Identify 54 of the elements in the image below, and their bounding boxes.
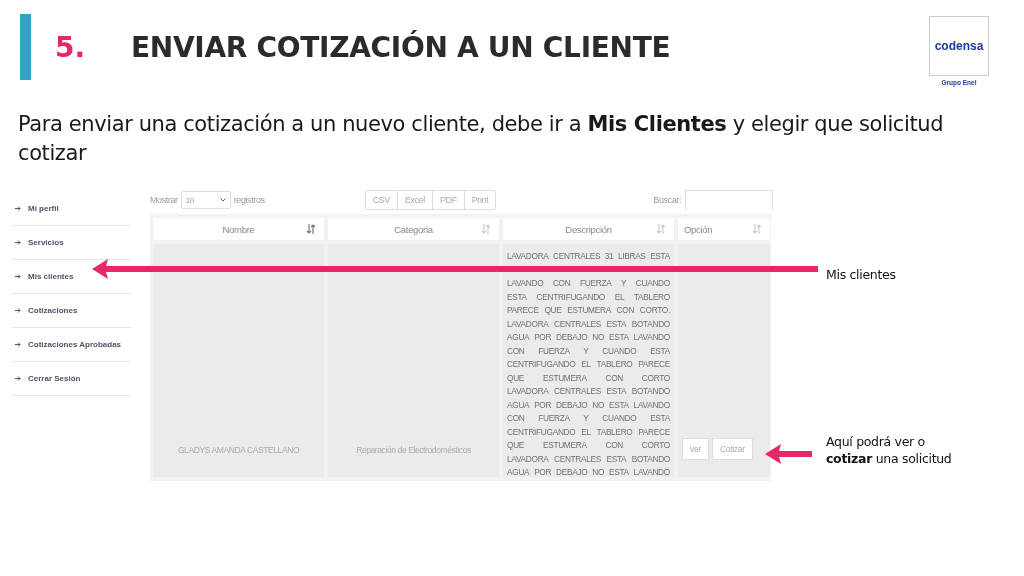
callout-arrow bbox=[765, 444, 812, 464]
search-field[interactable] bbox=[685, 190, 773, 210]
description-line: LAVADORA CENTRALES ESTA BOTANDO bbox=[507, 452, 670, 466]
export-button[interactable]: PDF bbox=[432, 191, 465, 209]
company-logo: codensa bbox=[929, 16, 989, 76]
export-button[interactable]: CSV bbox=[365, 191, 398, 209]
column-header[interactable]: Nombre bbox=[153, 218, 324, 240]
export-button[interactable]: Print bbox=[464, 191, 496, 209]
description-line: LAVANDO CON FUERZA Y CUANDO bbox=[507, 277, 670, 290]
arrow-icon bbox=[15, 240, 21, 245]
description-line: CENTRIFUGANDO EL TABLERO PARECE bbox=[507, 425, 670, 439]
description-line: ESTA CENTRIFUGANDO EL TABLERO bbox=[507, 290, 670, 304]
accent-bar bbox=[20, 14, 31, 80]
sidebar-item[interactable]: Cerrar Sesión bbox=[12, 372, 84, 385]
search-label: Buscar: bbox=[653, 195, 681, 205]
sidebar-item[interactable]: Mi perfil bbox=[12, 202, 62, 215]
column-header[interactable]: Descripción bbox=[503, 218, 674, 240]
sort-icon[interactable] bbox=[306, 224, 316, 234]
sidebar-item[interactable]: Cotizaciones Aprobadas bbox=[12, 338, 125, 351]
sidebar-item[interactable]: Cotizaciones bbox=[12, 304, 81, 317]
callout-text: Aquí podrá ver o cotizar una solicitud bbox=[826, 433, 953, 467]
callout-text: Mis clientes bbox=[826, 266, 896, 283]
intro-text: Para enviar una cotización a un nuevo cliente, debe ir a Mis Clientes y elegir que solicitud cotizar bbox=[18, 111, 945, 167]
sidebar-item[interactable]: Servicios bbox=[12, 236, 67, 249]
description-line: CON FUERZA Y CUANDO ESTA bbox=[507, 344, 670, 358]
export-button[interactable]: Excel bbox=[397, 191, 433, 209]
sidebar-item[interactable]: Mis clientes bbox=[12, 270, 77, 283]
description-line: LAVADORA CENTRALES ESTA BOTANDO bbox=[507, 385, 670, 398]
description-line: AGUA POR DEBAJO NO ESTA LAVANDO bbox=[507, 466, 670, 477]
column-header[interactable]: Categoria bbox=[328, 218, 499, 240]
column-header[interactable]: Opción bbox=[678, 218, 770, 240]
show-label: Mostrar bbox=[150, 195, 178, 205]
slide-title: ENVIAR COTIZACIÓN A UN CLIENTE bbox=[131, 30, 671, 64]
section-number: 5. bbox=[55, 30, 87, 64]
description-line: CENTRIFUGANDO EL TABLERO PARECE bbox=[507, 358, 670, 371]
description-line: QUE ESTUMERA CON CORTO bbox=[507, 439, 670, 452]
arrow-icon bbox=[15, 376, 21, 381]
description-line: LAVADORA CENTRALES ESTA BOTANDO bbox=[507, 317, 670, 331]
chevron-icon bbox=[219, 198, 226, 202]
page-size-select[interactable]: 10 bbox=[180, 191, 231, 209]
records-label: registros bbox=[233, 195, 265, 205]
arrow-icon bbox=[15, 342, 21, 347]
description-line: PARECE QUE ESTUMERA CON CORTO. bbox=[507, 304, 670, 317]
description-line: LAVADORA CENTRALES 31 LIBRAS ESTA bbox=[507, 250, 670, 263]
description-line: CON FUERZA Y CUANDO ESTA bbox=[507, 412, 670, 425]
arrow-icon bbox=[15, 308, 21, 313]
description-line: AGUA POR DEBAJO NO ESTA LAVANDO bbox=[507, 331, 670, 344]
description-line: QUE ESTUMERA CON CORTO bbox=[507, 371, 670, 385]
arrow-icon bbox=[15, 274, 21, 279]
arrow-icon bbox=[15, 206, 21, 211]
description-line: AGUA POR DEBAJO NO ESTA LAVANDO bbox=[507, 398, 670, 412]
action-button[interactable]: Cotizar bbox=[711, 438, 753, 460]
table-cell: GLADYS AMANDA CASTELLANO bbox=[153, 244, 324, 477]
action-button[interactable]: ver bbox=[682, 438, 709, 460]
